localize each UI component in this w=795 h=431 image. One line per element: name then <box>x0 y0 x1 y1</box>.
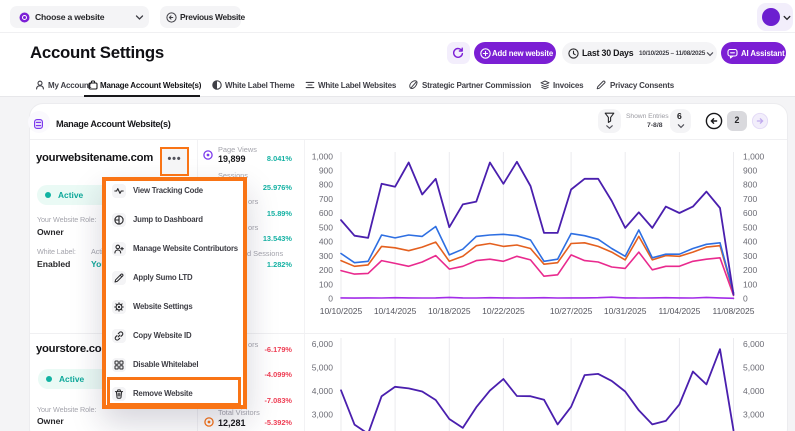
svg-text:1,000: 1,000 <box>312 151 334 161</box>
svg-text:6,000: 6,000 <box>312 339 334 349</box>
svg-text:200: 200 <box>319 265 333 275</box>
svg-text:10/31/2025: 10/31/2025 <box>604 306 647 316</box>
svg-text:100: 100 <box>319 279 333 289</box>
svg-text:700: 700 <box>319 194 333 204</box>
svg-text:11/04/2025: 11/04/2025 <box>658 306 700 316</box>
svg-text:600: 600 <box>319 208 333 218</box>
svg-text:300: 300 <box>743 251 757 261</box>
svg-text:400: 400 <box>319 237 333 247</box>
svg-text:500: 500 <box>319 222 333 232</box>
svg-text:3,000: 3,000 <box>743 410 765 420</box>
svg-text:800: 800 <box>743 180 757 190</box>
svg-text:5,000: 5,000 <box>312 363 334 373</box>
svg-text:900: 900 <box>743 166 757 176</box>
svg-text:0: 0 <box>743 294 748 304</box>
svg-text:200: 200 <box>743 265 757 275</box>
svg-text:600: 600 <box>743 208 757 218</box>
svg-text:700: 700 <box>743 194 757 204</box>
svg-text:10/22/2025: 10/22/2025 <box>482 306 525 316</box>
svg-text:10/27/2025: 10/27/2025 <box>550 306 593 316</box>
svg-text:100: 100 <box>743 279 757 289</box>
svg-text:400: 400 <box>743 237 757 247</box>
svg-text:0: 0 <box>328 294 333 304</box>
svg-text:6,000: 6,000 <box>743 339 765 349</box>
svg-text:3,000: 3,000 <box>312 410 334 420</box>
svg-text:5,000: 5,000 <box>743 363 765 373</box>
svg-text:11/08/2025: 11/08/2025 <box>713 306 755 316</box>
svg-text:1,000: 1,000 <box>743 151 765 161</box>
svg-text:10/10/2025: 10/10/2025 <box>320 306 363 316</box>
svg-text:4,000: 4,000 <box>312 386 334 396</box>
svg-text:300: 300 <box>319 251 333 261</box>
svg-text:900: 900 <box>319 166 333 176</box>
svg-text:4,000: 4,000 <box>743 386 765 396</box>
svg-text:10/18/2025: 10/18/2025 <box>428 306 471 316</box>
svg-text:500: 500 <box>743 222 757 232</box>
svg-text:10/14/2025: 10/14/2025 <box>374 306 417 316</box>
svg-text:800: 800 <box>319 180 333 190</box>
